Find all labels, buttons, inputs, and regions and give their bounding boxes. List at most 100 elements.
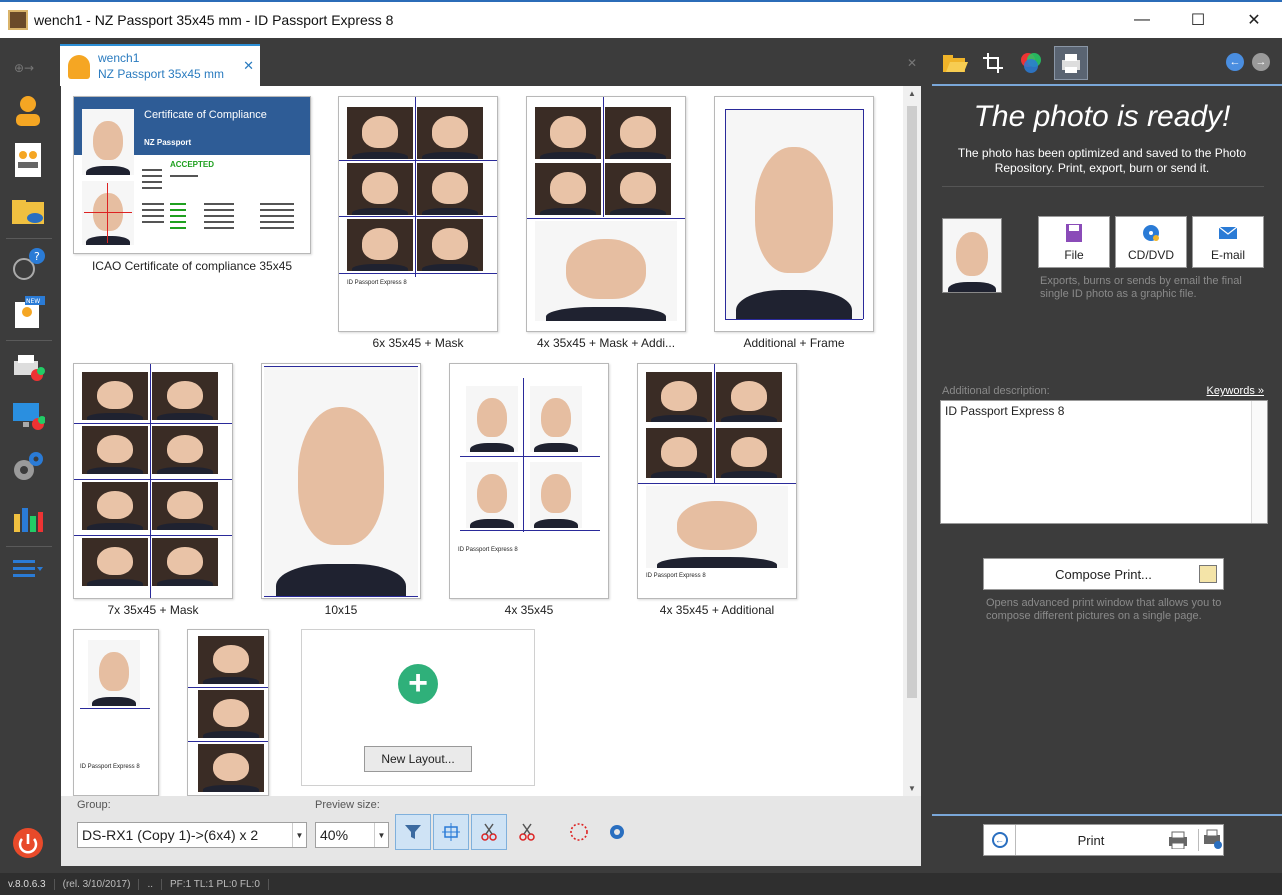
compose-print-button[interactable]: Compose Print... [983,558,1224,590]
person-tab-icon [68,55,90,79]
print-footer-label: ID Passport Express 8 [646,573,706,579]
layout-thumb-10x15[interactable] [261,363,421,599]
app-logo-icon [8,10,28,30]
right-panel: ← → The photo is ready! The photo has be… [932,38,1282,873]
layouts-canvas: Certificate of Compliance NZ Passport AC… [61,86,921,796]
scroll-thumb[interactable] [907,106,917,698]
print-footer-label: ID Passport Express 8 [80,764,140,770]
monitor-color-icon[interactable] [10,398,46,434]
back-nav-icon[interactable]: ← [1226,53,1244,71]
layout-thumb-4x-mask-additional[interactable] [526,96,686,332]
bottom-toolbar: Group: DS-RX1 (Copy 1)->(6x4) x 2 ▼ Prev… [61,796,921,866]
group-select[interactable]: DS-RX1 (Copy 1)->(6x4) x 2 ▼ [77,822,307,848]
layout-thumb-single[interactable]: ID Passport Express 8 [73,629,159,796]
email-icon [1218,226,1238,239]
floppy-disk-icon [1066,224,1082,242]
crop-marks-button[interactable] [433,814,469,850]
navigation-arrows-icon[interactable]: ⊕→ [10,50,46,86]
layout-thumb-strip[interactable] [187,629,269,796]
svg-text:NEW: NEW [26,298,40,305]
statistics-chart-icon[interactable] [10,500,46,536]
description-value: ID Passport Express 8 [945,404,1065,418]
print-button[interactable]: Print [1016,825,1166,855]
new-layout-button[interactable]: New Layout... [364,746,472,772]
preview-size-label: Preview size: [315,799,380,811]
printer-color-icon[interactable] [10,350,46,386]
layout-caption: 4x 35x45 + Mask + Addi... [536,336,676,350]
scissors-off-icon [519,823,535,841]
settings-gears-icon[interactable] [10,448,46,484]
close-all-tabs-icon[interactable]: ✕ [907,56,917,70]
close-window-button[interactable]: ✕ [1226,2,1282,38]
no-cut-button[interactable] [509,814,545,850]
maximize-button[interactable]: ☐ [1170,2,1226,38]
open-folder-icon[interactable] [938,46,972,80]
svg-text:?: ? [34,250,40,263]
divider [942,186,1264,187]
layout-caption: 7x 35x45 + Mask [107,603,199,617]
chevron-down-icon[interactable]: ▼ [292,823,306,847]
export-file-button[interactable]: File [1038,216,1110,268]
preview-size-select[interactable]: 40% ▼ [315,822,389,848]
certificate-subtitle: NZ Passport [144,138,192,147]
chevron-down-icon[interactable]: ▼ [374,823,388,847]
layout-thumb-certificate[interactable]: Certificate of Compliance NZ Passport AC… [73,96,311,254]
layout-caption: 10x15 [324,603,358,617]
additional-description-label: Additional description: [942,385,1050,397]
mask-circle-button[interactable] [561,814,597,850]
folder-eye-icon[interactable] [10,194,46,230]
person-icon[interactable] [10,92,46,128]
layout-settings-button[interactable] [599,814,635,850]
final-photo-thumbnail[interactable] [942,218,1002,293]
color-adjust-icon[interactable] [1014,46,1048,80]
export-email-button[interactable]: E-mail [1192,216,1264,268]
additional-description-field[interactable]: ID Passport Express 8 [940,400,1268,524]
filter-icon [405,825,421,839]
forward-nav-icon[interactable]: → [1252,53,1270,71]
document-tab[interactable]: wench1 NZ Passport 35x45 mm ✕ [60,44,260,86]
layout-thumb-4x-additional[interactable]: ID Passport Express 8 [637,363,797,599]
minimize-button[interactable]: — [1114,2,1170,38]
measure-line [107,183,108,243]
help-chat-icon[interactable]: ? [10,246,46,282]
layout-thumb-additional-frame[interactable] [714,96,874,332]
power-icon[interactable] [10,825,46,861]
layouts-panel: wench1 NZ Passport 35x45 mm ✕ ✕ Certific… [57,38,929,873]
layout-thumb-6x[interactable]: ID Passport Express 8 [338,96,498,332]
layout-caption: ICAO Certificate of compliance 35x45 [91,259,293,273]
menu-list-icon[interactable] [10,552,46,588]
scissors-icon [481,823,497,841]
new-badge-icon[interactable]: NEW [10,294,46,330]
printer-icon[interactable] [1168,831,1188,849]
layout-thumb-7x[interactable] [73,363,233,599]
vertical-scrollbar[interactable]: ▲ ▼ [903,86,921,796]
status-counters: PF:1 TL:1 PL:0 FL:0 [162,878,269,890]
gear-icon [610,825,624,839]
keywords-link[interactable]: Keywords » [1207,385,1264,397]
scroll-up-icon[interactable]: ▲ [908,89,916,98]
cd-dvd-icon [1143,225,1159,241]
filter-button[interactable] [395,814,431,850]
cut-lines-button[interactable] [471,814,507,850]
print-action-bar: ← Print [983,824,1224,856]
release-text: (rel. 3/10/2017) [55,878,140,890]
description-scrollbar[interactable] [1251,401,1267,523]
print-back-button[interactable]: ← [984,825,1016,855]
add-layout-plus-icon[interactable]: + [398,664,438,704]
export-cd-dvd-button[interactable]: CD/DVD [1115,216,1187,268]
tab-title-format: NZ Passport 35x45 mm [98,67,225,81]
version-text: v.8.0.6.3 [0,878,55,890]
layout-thumb-4x[interactable]: ID Passport Express 8 [449,363,609,599]
ready-description: The photo has been optimized and saved t… [957,146,1247,175]
scroll-down-icon[interactable]: ▼ [908,784,916,793]
printer-settings-icon[interactable] [1198,829,1222,851]
tab-close-icon[interactable]: ✕ [243,58,254,74]
status-dots: .. [139,878,163,890]
crop-icon[interactable] [976,46,1010,80]
compose-print-label: Compose Print... [1055,566,1152,582]
print-tab-icon[interactable] [1054,46,1088,80]
dotted-circle-icon [570,823,588,841]
tab-title-name: wench1 [98,51,140,65]
document-people-icon[interactable] [10,142,46,178]
layout-caption: 4x 35x45 [504,603,554,617]
